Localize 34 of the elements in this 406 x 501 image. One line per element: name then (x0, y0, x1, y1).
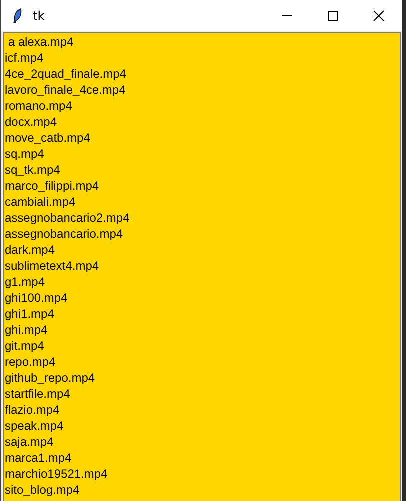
maximize-icon (327, 10, 339, 22)
list-item[interactable]: a alexa.mp4 (4, 34, 400, 50)
list-item[interactable]: sito_blog.mp4 (4, 482, 400, 498)
list-item[interactable]: speak.mp4 (4, 418, 400, 434)
list-item[interactable]: cambiali.mp4 (4, 194, 400, 210)
list-item[interactable]: dark.mp4 (4, 242, 400, 258)
list-item[interactable]: flazio.mp4 (4, 402, 400, 418)
list-item[interactable]: saja.mp4 (4, 434, 400, 450)
list-item[interactable]: assegnobancario.mp4 (4, 226, 400, 242)
list-item[interactable]: sublimetext4.mp4 (4, 258, 400, 274)
list-item[interactable]: ghi.mp4 (4, 322, 400, 338)
list-item[interactable]: romano.mp4 (4, 98, 400, 114)
list-item[interactable]: sq.mp4 (4, 146, 400, 162)
window-title: tk (33, 8, 45, 22)
list-item[interactable]: ghi100.mp4 (4, 290, 400, 306)
list-item[interactable]: move_catb.mp4 (4, 130, 400, 146)
list-item[interactable]: sq_tk.mp4 (4, 162, 400, 178)
list-item[interactable]: assegnobancario2.mp4 (4, 210, 400, 226)
list-item[interactable]: ghi1.mp4 (4, 306, 400, 322)
list-item[interactable]: lavoro_finale_4ce.mp4 (4, 82, 400, 98)
minimize-icon (282, 15, 292, 16)
close-icon (373, 10, 385, 22)
list-item[interactable]: docx.mp4 (4, 114, 400, 130)
list-item[interactable]: github_repo.mp4 (4, 370, 400, 386)
list-item[interactable]: icf.mp4 (4, 50, 400, 66)
list-item[interactable]: marco_filippi.mp4 (4, 178, 400, 194)
list-item[interactable]: repo.mp4 (4, 354, 400, 370)
list-item[interactable]: marchio19521.mp4 (4, 466, 400, 482)
list-item[interactable]: 4ce_2quad_finale.mp4 (4, 66, 400, 82)
list-item[interactable]: startfile.mp4 (4, 386, 400, 402)
feather-icon (13, 8, 23, 24)
list-item[interactable]: marca1.mp4 (4, 450, 400, 466)
list-item[interactable]: g1.mp4 (4, 274, 400, 290)
list-item[interactable]: git.mp4 (4, 338, 400, 354)
